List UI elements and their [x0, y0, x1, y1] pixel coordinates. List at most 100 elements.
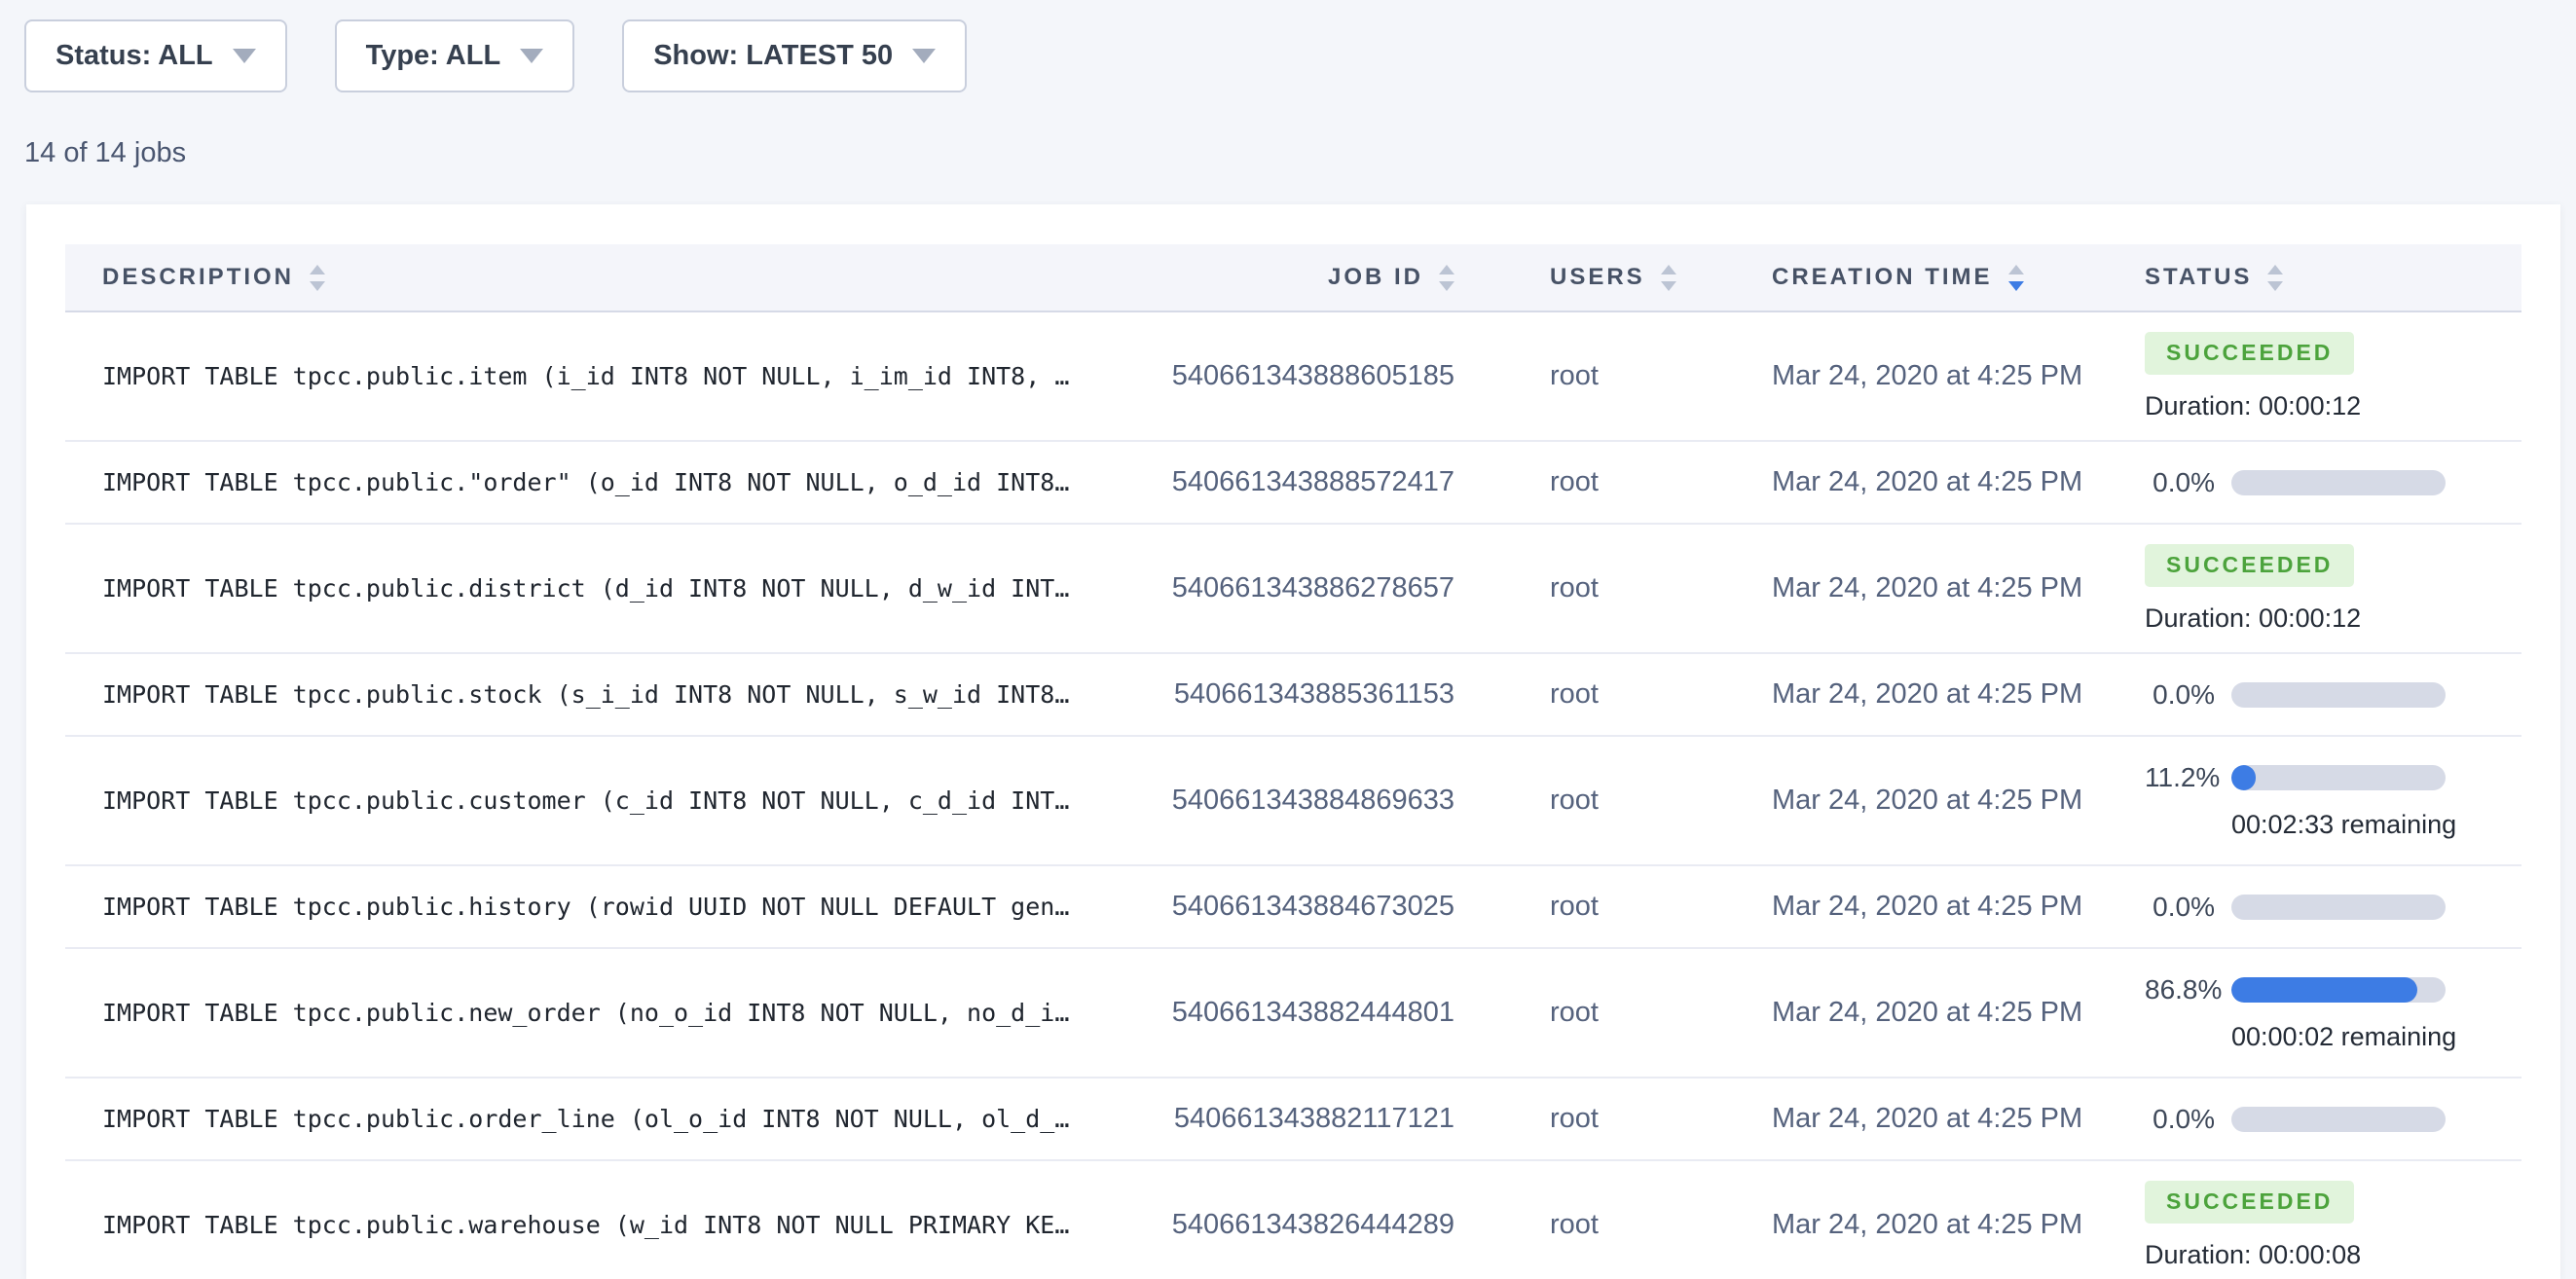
- cell-status: 0.0%: [2103, 1078, 2521, 1159]
- sort-asc-icon: [2267, 265, 2283, 274]
- table-row: IMPORT TABLE tpcc.public.stock (s_i_id I…: [65, 654, 2521, 737]
- cell-creation-time: Mar 24, 2020 at 4:25 PM: [1713, 678, 2103, 711]
- cell-job-id: 540661343884869633: [1129, 785, 1490, 817]
- progress-track: [2231, 470, 2446, 495]
- progress-percent: 11.2%: [2145, 762, 2215, 793]
- progress-bar: 0.0%: [2145, 467, 2446, 498]
- progress-bar: 0.0%: [2145, 1104, 2446, 1135]
- cell-description: IMPORT TABLE tpcc.public.new_order (no_o…: [65, 999, 1129, 1027]
- cell-users: root: [1490, 1209, 1713, 1241]
- progress-track: [2231, 895, 2446, 920]
- header-label: STATUS: [2145, 264, 2252, 291]
- progress-bar: 11.2%: [2145, 762, 2446, 793]
- caret-down-icon: [233, 49, 256, 63]
- sort-asc-icon: [310, 265, 325, 274]
- cell-status: SUCCEEDED Duration: 00:00:08: [2103, 1161, 2521, 1279]
- progress-bar-fill: [2231, 977, 2417, 1003]
- sort-desc-icon: [2267, 281, 2283, 291]
- filter-status-dropdown[interactable]: Status: ALL: [24, 19, 287, 92]
- table-row: IMPORT TABLE tpcc.public.customer (c_id …: [65, 737, 2521, 866]
- table-row: IMPORT TABLE tpcc.public.district (d_id …: [65, 525, 2521, 654]
- filter-type-dropdown[interactable]: Type: ALL: [335, 19, 575, 92]
- progress-bar-fill: [2231, 765, 2256, 790]
- caret-down-icon: [520, 49, 543, 63]
- table-row: IMPORT TABLE tpcc.public.history (rowid …: [65, 866, 2521, 949]
- table-row: IMPORT TABLE tpcc.public.order_line (ol_…: [65, 1078, 2521, 1161]
- header-cell-ctime[interactable]: CREATION TIME: [1713, 264, 2103, 291]
- progress-track: [2231, 1107, 2446, 1132]
- sort-icon: [1661, 265, 1676, 291]
- cell-description: IMPORT TABLE tpcc.public.stock (s_i_id I…: [65, 680, 1129, 709]
- cell-creation-time: Mar 24, 2020 at 4:25 PM: [1713, 360, 2103, 392]
- cell-users: root: [1490, 360, 1713, 392]
- progress-remaining: 00:00:02 remaining: [2231, 1022, 2456, 1052]
- header-label: DESCRIPTION: [102, 264, 294, 291]
- table-row: IMPORT TABLE tpcc.public.item (i_id INT8…: [65, 312, 2521, 442]
- filter-type-label: Type: ALL: [366, 40, 501, 72]
- sort-icon: [2267, 265, 2283, 291]
- header-cell-desc[interactable]: DESCRIPTION: [65, 264, 1129, 291]
- cell-job-id: 540661343886278657: [1129, 572, 1490, 604]
- progress-bar: 0.0%: [2145, 679, 2446, 711]
- sort-asc-icon: [1661, 265, 1676, 274]
- cell-creation-time: Mar 24, 2020 at 4:25 PM: [1713, 785, 2103, 817]
- cell-users: root: [1490, 891, 1713, 923]
- cell-description: IMPORT TABLE tpcc.public.item (i_id INT8…: [65, 362, 1129, 390]
- cell-creation-time: Mar 24, 2020 at 4:25 PM: [1713, 572, 2103, 604]
- cell-description: IMPORT TABLE tpcc.public.order_line (ol_…: [65, 1105, 1129, 1133]
- cell-job-id: 540661343882444801: [1129, 997, 1490, 1029]
- cell-creation-time: Mar 24, 2020 at 4:25 PM: [1713, 1103, 2103, 1135]
- progress-remaining: 00:02:33 remaining: [2231, 810, 2456, 840]
- filter-show-dropdown[interactable]: Show: LATEST 50: [622, 19, 967, 92]
- cell-users: root: [1490, 785, 1713, 817]
- progress-percent: 86.8%: [2145, 974, 2215, 1005]
- progress-percent: 0.0%: [2145, 679, 2215, 711]
- status-duration: Duration: 00:00:12: [2145, 391, 2361, 421]
- cell-job-id: 540661343888572417: [1129, 466, 1490, 498]
- cell-job-id: 540661343826444289: [1129, 1209, 1490, 1241]
- cell-status: 11.2% 00:02:33 remaining: [2103, 737, 2521, 864]
- progress-track: [2231, 977, 2446, 1003]
- header-cell-users[interactable]: USERS: [1490, 264, 1713, 291]
- cell-creation-time: Mar 24, 2020 at 4:25 PM: [1713, 1209, 2103, 1241]
- jobs-table: IMPORT TABLE tpcc.public.item (i_id INT8…: [65, 312, 2521, 1279]
- cell-status: 0.0%: [2103, 442, 2521, 523]
- header-cell-status[interactable]: STATUS: [2103, 264, 2521, 291]
- cell-users: root: [1490, 466, 1713, 498]
- cell-users: root: [1490, 1103, 1713, 1135]
- cell-creation-time: Mar 24, 2020 at 4:25 PM: [1713, 466, 2103, 498]
- cell-status: SUCCEEDED Duration: 00:00:12: [2103, 312, 2521, 440]
- header-label: USERS: [1550, 264, 1645, 291]
- status-badge-label: SUCCEEDED: [2166, 552, 2333, 578]
- cell-creation-time: Mar 24, 2020 at 4:25 PM: [1713, 997, 2103, 1029]
- cell-description: IMPORT TABLE tpcc.public."order" (o_id I…: [65, 468, 1129, 496]
- status-badge-label: SUCCEEDED: [2166, 340, 2333, 366]
- sort-asc-icon: [1439, 265, 1454, 274]
- sort-icon: [310, 265, 325, 291]
- cell-description: IMPORT TABLE tpcc.public.customer (c_id …: [65, 786, 1129, 815]
- filter-status-label: Status: ALL: [55, 40, 213, 72]
- cell-status: 86.8% 00:00:02 remaining: [2103, 949, 2521, 1077]
- jobs-table-card: DESCRIPTION JOB ID USERS CREATION TIME STATU…: [26, 204, 2560, 1279]
- progress-track: [2231, 682, 2446, 708]
- table-row: IMPORT TABLE tpcc.public.new_order (no_o…: [65, 949, 2521, 1078]
- progress-track: [2231, 765, 2446, 790]
- cell-job-id: 540661343885361153: [1129, 678, 1490, 711]
- sort-icon: [1439, 265, 1454, 291]
- progress-bar: 86.8%: [2145, 974, 2446, 1005]
- table-row: IMPORT TABLE tpcc.public.warehouse (w_id…: [65, 1161, 2521, 1279]
- status-duration: Duration: 00:00:12: [2145, 603, 2361, 634]
- header-cell-jobid[interactable]: JOB ID: [1129, 264, 1490, 291]
- progress-percent: 0.0%: [2145, 1104, 2215, 1135]
- status-badge-label: SUCCEEDED: [2166, 1188, 2333, 1215]
- caret-down-icon: [912, 49, 936, 63]
- header-label: JOB ID: [1328, 264, 1423, 291]
- status-duration: Duration: 00:00:08: [2145, 1240, 2361, 1270]
- filter-show-label: Show: LATEST 50: [653, 40, 893, 72]
- sort-desc-icon: [2008, 281, 2024, 291]
- status-badge: SUCCEEDED: [2145, 1181, 2354, 1224]
- sort-icon: [2008, 265, 2024, 291]
- cell-creation-time: Mar 24, 2020 at 4:25 PM: [1713, 891, 2103, 923]
- cell-job-id: 540661343884673025: [1129, 891, 1490, 923]
- cell-job-id: 540661343882117121: [1129, 1103, 1490, 1135]
